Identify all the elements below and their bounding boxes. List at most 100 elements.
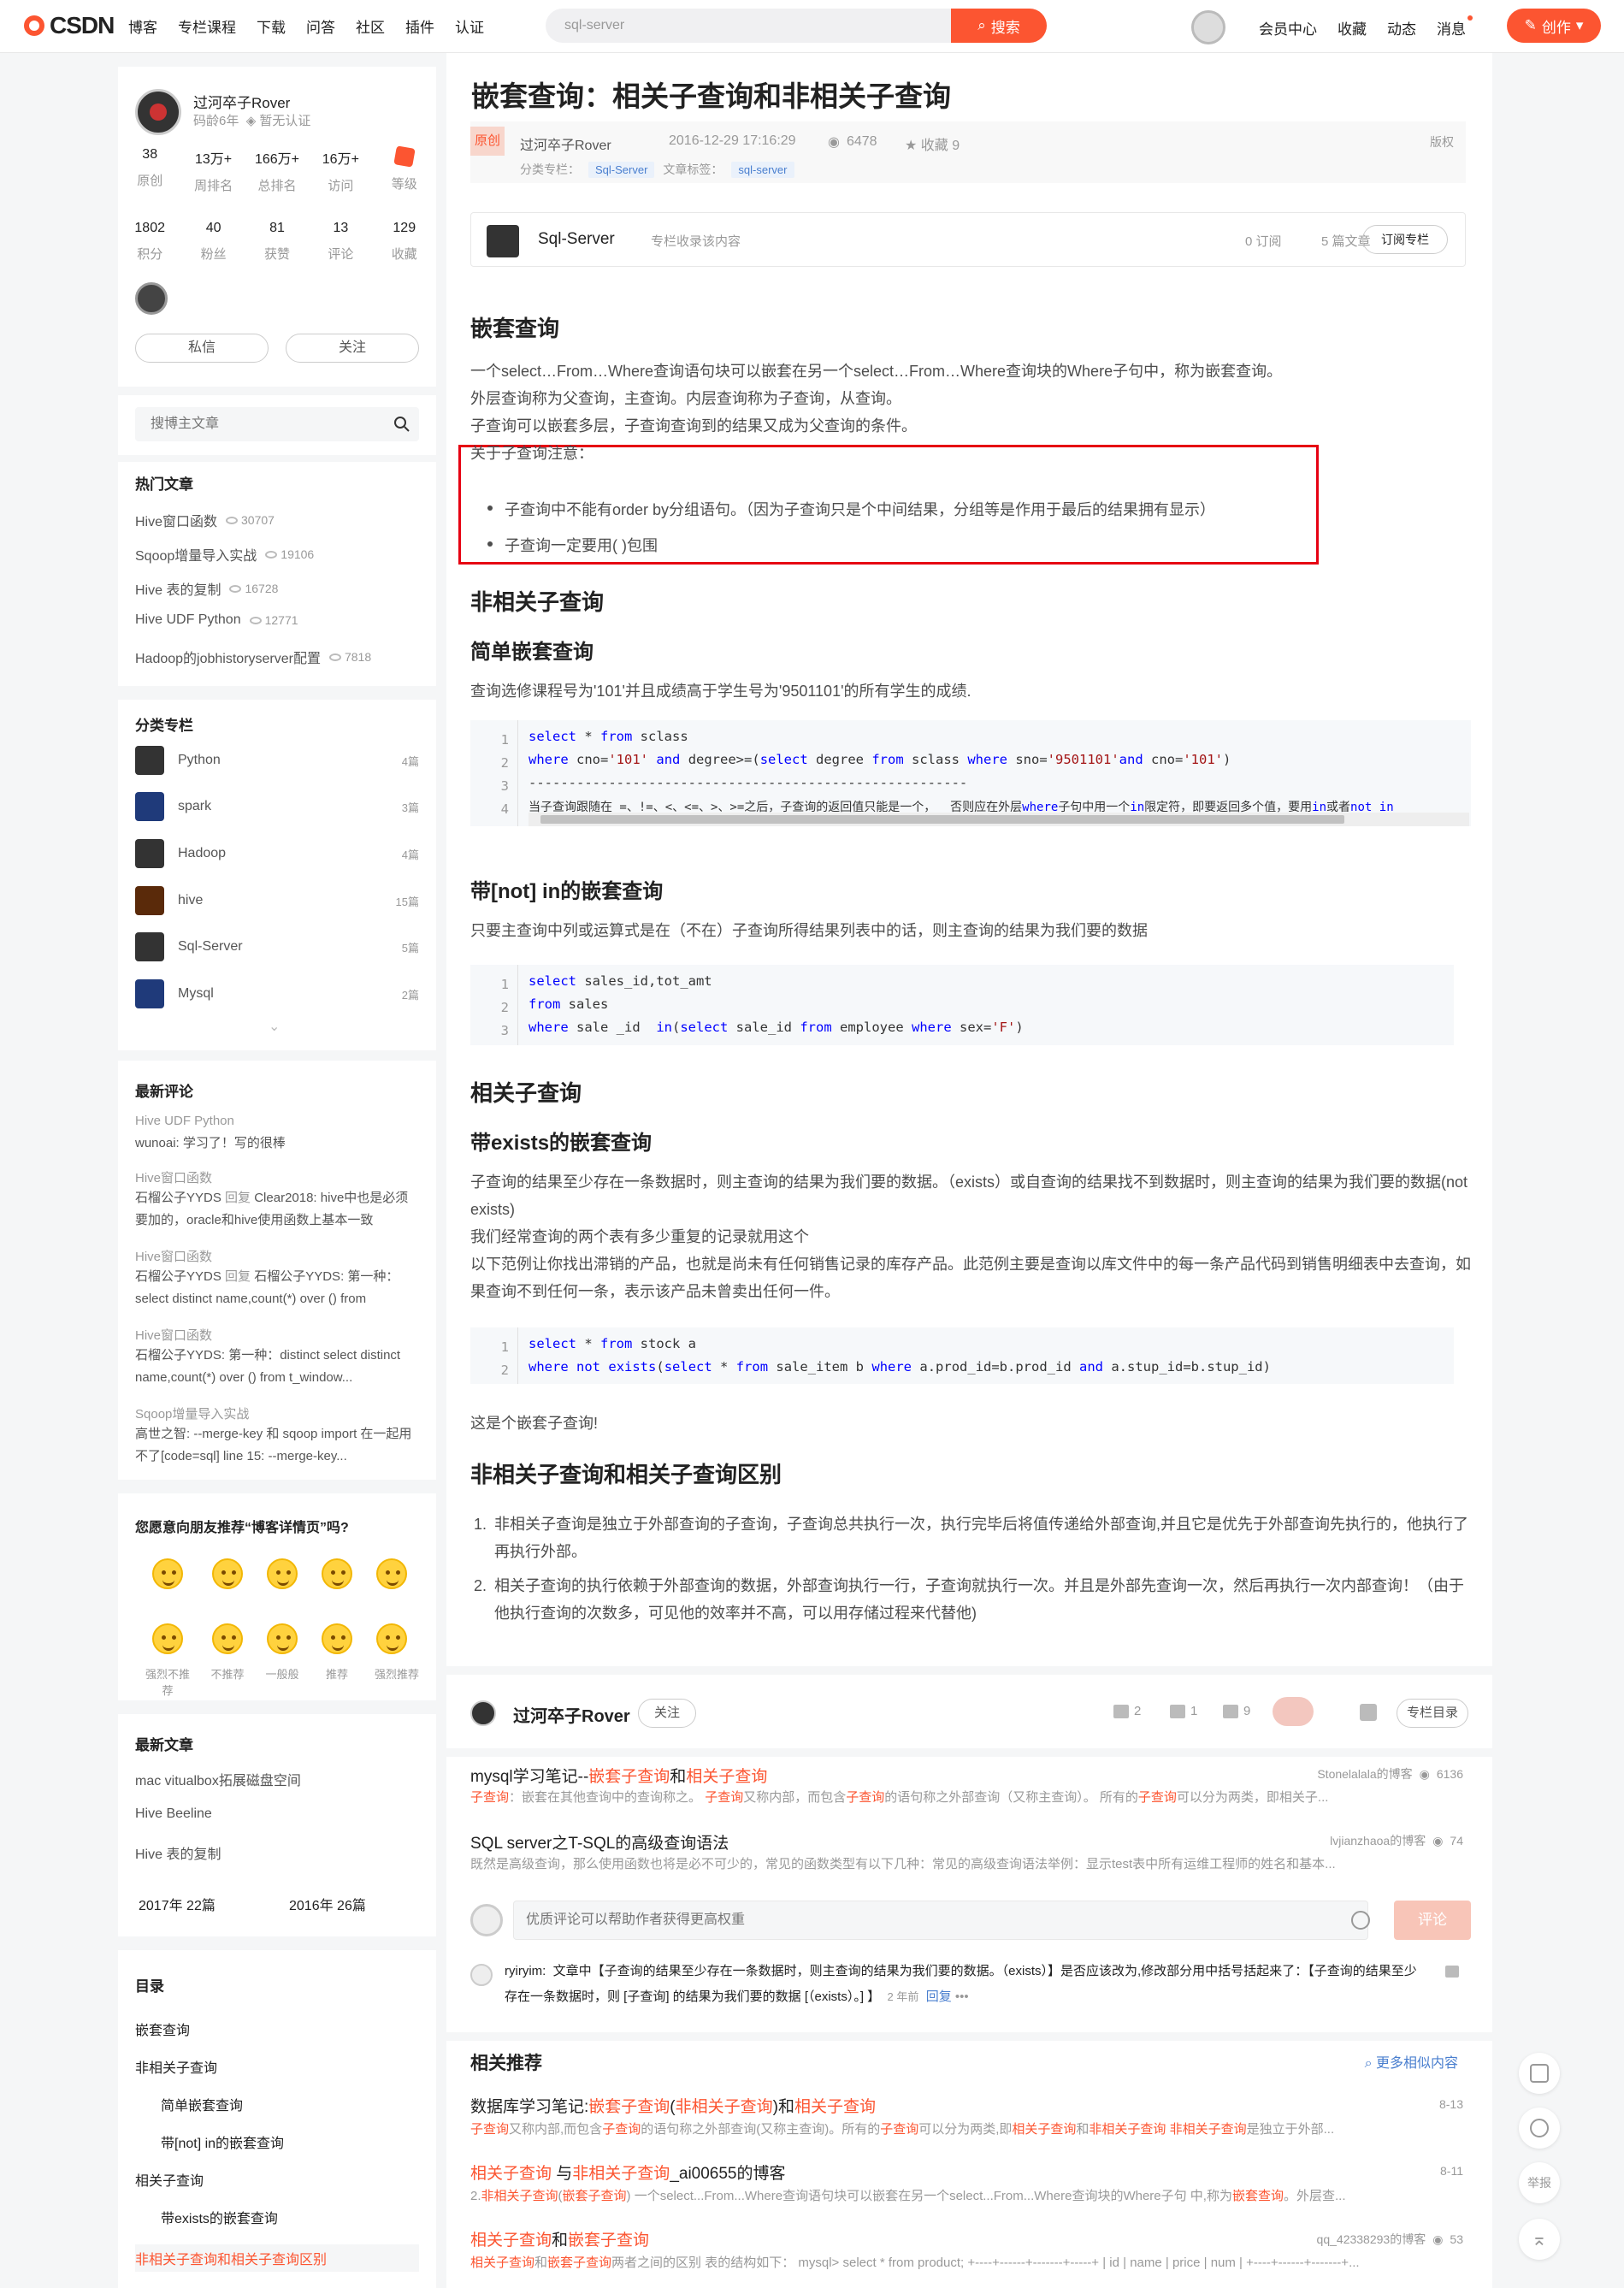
user-avatar[interactable] xyxy=(1191,10,1225,44)
report-button[interactable]: 举报 xyxy=(1519,2162,1560,2203)
related-title[interactable]: mysql学习笔记--嵌套子查询和相关子查询 xyxy=(470,1764,767,1787)
emoji-face-icon[interactable] xyxy=(212,1558,243,1589)
emoji-icon[interactable] xyxy=(1351,1911,1370,1930)
activity-link[interactable]: 动态 xyxy=(1387,17,1416,38)
toc-item[interactable]: 相关子查询 xyxy=(135,2169,204,2190)
stat-comments[interactable]: 13 评论 xyxy=(309,221,372,263)
follow-button[interactable]: 关注 xyxy=(638,1699,696,1728)
recommend-desc[interactable]: 子查询又称内部,而包含子查询的语句称之外部查询(又称主查询)。所有的子查询可以分… xyxy=(470,2120,1462,2137)
column-directory-button[interactable]: 专栏目录 xyxy=(1397,1699,1468,1728)
edit-note-icon[interactable] xyxy=(1519,2053,1560,2094)
column-item[interactable]: Mysql 2篇 xyxy=(135,979,419,1008)
column-item[interactable]: hive 15篇 xyxy=(135,886,419,915)
medal-badge-icon[interactable] xyxy=(135,282,168,315)
meta-favorites[interactable]: ★ 收藏 9 xyxy=(905,133,960,154)
column-thumb[interactable] xyxy=(487,225,519,257)
stat-original[interactable]: 38 原创 xyxy=(118,147,181,194)
site-search-input[interactable] xyxy=(546,18,951,33)
archive-year[interactable]: 2017年 22篇 xyxy=(139,1894,216,1914)
nav-certification[interactable]: 认证 xyxy=(455,15,484,37)
emoji-face-icon[interactable] xyxy=(267,1623,298,1654)
column-name[interactable]: Sql-Server xyxy=(538,230,615,249)
horizontal-scrollbar[interactable] xyxy=(529,813,1469,826)
comment-text[interactable]: 石榴公子YYDS: 第一种：distinct select distinct n… xyxy=(135,1345,419,1389)
related-title[interactable]: SQL server之T-SQL的高级查询语法 xyxy=(470,1830,729,1853)
reward-icon[interactable] xyxy=(1273,1697,1314,1726)
comment-source[interactable]: Hive窗口函数 xyxy=(135,1326,212,1344)
commenter-name[interactable]: ryiryim: xyxy=(505,1964,546,1978)
column-item[interactable]: Sql-Server 5篇 xyxy=(135,932,419,961)
stat-likes[interactable]: 81 获赞 xyxy=(245,221,309,263)
comment-text[interactable]: 高世之智: --merge-key 和 sqoop import 在一起用不了[… xyxy=(135,1423,419,1468)
stat-points[interactable]: 1802 积分 xyxy=(118,221,181,263)
csdn-logo[interactable]: CSDN xyxy=(24,12,115,39)
toc-item[interactable]: 带[not] in的嵌套查询 xyxy=(161,2131,284,2152)
related-desc[interactable]: 子查询：嵌套在其他查询中的查询称之。 子查询又称内部，而包含子查询的语句称之外部… xyxy=(470,1788,1462,1806)
column-item[interactable]: Hadoop 4篇 xyxy=(135,839,419,868)
emoji-face-icon[interactable] xyxy=(267,1558,298,1589)
related-desc[interactable]: 既然是高级查询，那么使用函数也将是必不可少的，常见的函数类型有以下几种：常见的高… xyxy=(470,1854,1462,1872)
emoji-face-icon[interactable] xyxy=(322,1558,352,1589)
nav-plugins[interactable]: 插件 xyxy=(405,15,434,37)
author-avatar[interactable] xyxy=(135,89,181,135)
nav-courses[interactable]: 专栏课程 xyxy=(178,15,236,37)
back-to-top-icon[interactable]: ⌅ xyxy=(1519,2219,1560,2260)
emoji-face-icon[interactable] xyxy=(152,1558,183,1589)
toc-item[interactable]: 嵌套查询 xyxy=(135,2019,190,2039)
chevron-down-icon[interactable]: ⌄ xyxy=(269,1018,280,1035)
commenter-avatar[interactable] xyxy=(470,1964,493,1986)
author-avatar[interactable] xyxy=(470,1700,496,1726)
recommend-title[interactable]: 相关子查询和嵌套子查询 xyxy=(470,2227,649,2250)
emoji-face-icon[interactable] xyxy=(152,1623,183,1654)
emoji-face-icon[interactable] xyxy=(376,1623,407,1654)
headset-icon[interactable] xyxy=(1519,2108,1560,2149)
nav-blog[interactable]: 博客 xyxy=(128,15,157,37)
hot-article-item[interactable]: Hive窗口函数 30707 xyxy=(135,510,275,530)
comment-text[interactable]: wunoai: 学习了！写的很棒 xyxy=(135,1132,419,1155)
stat-favorites[interactable]: 129 收藏 xyxy=(373,221,436,263)
more-icon[interactable]: ••• xyxy=(955,1989,969,2004)
recommend-desc[interactable]: 相关子查询和嵌套子查询两者之间的区别 表的结构如下： mysql> select… xyxy=(470,2253,1462,2271)
create-button[interactable]: ✎ 创作 ▾ xyxy=(1507,9,1601,43)
emoji-face-icon[interactable] xyxy=(322,1623,352,1654)
more-similar-link[interactable]: ⌕ 更多相似内容 xyxy=(1365,2051,1458,2072)
search-icon[interactable] xyxy=(393,416,410,433)
hot-article-item[interactable]: Hive UDF Python 12771 xyxy=(135,612,298,628)
favorite-button[interactable]: 9 xyxy=(1223,1704,1250,1718)
hot-article-item[interactable]: Sqoop增量导入实战 19106 xyxy=(135,544,314,565)
reply-link[interactable]: 回复 xyxy=(926,1989,952,2004)
hot-article-item[interactable]: Hive 表的复制 16728 xyxy=(135,578,278,599)
comment-source[interactable]: Sqoop增量导入实战 xyxy=(135,1404,249,1422)
favorites-link[interactable]: 收藏 xyxy=(1338,17,1367,38)
subscribe-column-button[interactable]: 订阅专栏 xyxy=(1362,225,1448,254)
latest-article-item[interactable]: Hive Beeline xyxy=(135,1806,212,1822)
search-button[interactable]: ⌕ 搜索 xyxy=(951,9,1047,43)
nav-qa[interactable]: 问答 xyxy=(306,15,335,37)
author-name[interactable]: 过河卒子Rover xyxy=(513,1702,630,1727)
comment-source[interactable]: Hive窗口函数 xyxy=(135,1168,212,1186)
toc-item[interactable]: 简单嵌套查询 xyxy=(161,2094,243,2114)
comment-text[interactable]: 石榴公子YYDS 回复 石榴公子YYDS: 第一种：select distinc… xyxy=(135,1266,419,1310)
stat-total-rank[interactable]: 166万+ 总排名 xyxy=(245,147,309,194)
stat-level[interactable]: 等级 xyxy=(373,145,436,194)
hot-article-item[interactable]: Hadoop的jobhistoryserver配置 7818 xyxy=(135,647,371,667)
article-tag[interactable]: sql-server xyxy=(731,161,794,178)
private-message-button[interactable]: 私信 xyxy=(135,334,269,363)
comment-source[interactable]: Hive UDF Python xyxy=(135,1114,234,1128)
latest-article-item[interactable]: mac vitualbox拓展磁盘空间 xyxy=(135,1769,301,1789)
like-button[interactable]: 2 xyxy=(1113,1704,1141,1718)
archive-year[interactable]: 2016年 26篇 xyxy=(289,1894,366,1914)
stat-visits[interactable]: 16万+ 访问 xyxy=(309,147,372,194)
toc-item-active[interactable]: 非相关子查询和相关子查询区别 xyxy=(135,2244,419,2272)
emoji-face-icon[interactable] xyxy=(376,1558,407,1589)
comment-text[interactable]: 石榴公子YYDS 回复 Clear2018: hive中也是必须要加的，orac… xyxy=(135,1187,419,1232)
comment-input[interactable] xyxy=(513,1901,1368,1940)
messages-link[interactable]: 消息 xyxy=(1437,15,1473,38)
comment-source[interactable]: Hive窗口函数 xyxy=(135,1247,212,1265)
stat-week-rank[interactable]: 13万+ 周排名 xyxy=(181,147,245,194)
nav-community[interactable]: 社区 xyxy=(356,15,385,37)
comment-button[interactable]: 1 xyxy=(1170,1704,1197,1718)
toc-item[interactable]: 带exists的嵌套查询 xyxy=(161,2207,278,2227)
vip-center-link[interactable]: 会员中心 xyxy=(1259,17,1317,38)
submit-comment-button[interactable]: 评论 xyxy=(1394,1901,1471,1940)
